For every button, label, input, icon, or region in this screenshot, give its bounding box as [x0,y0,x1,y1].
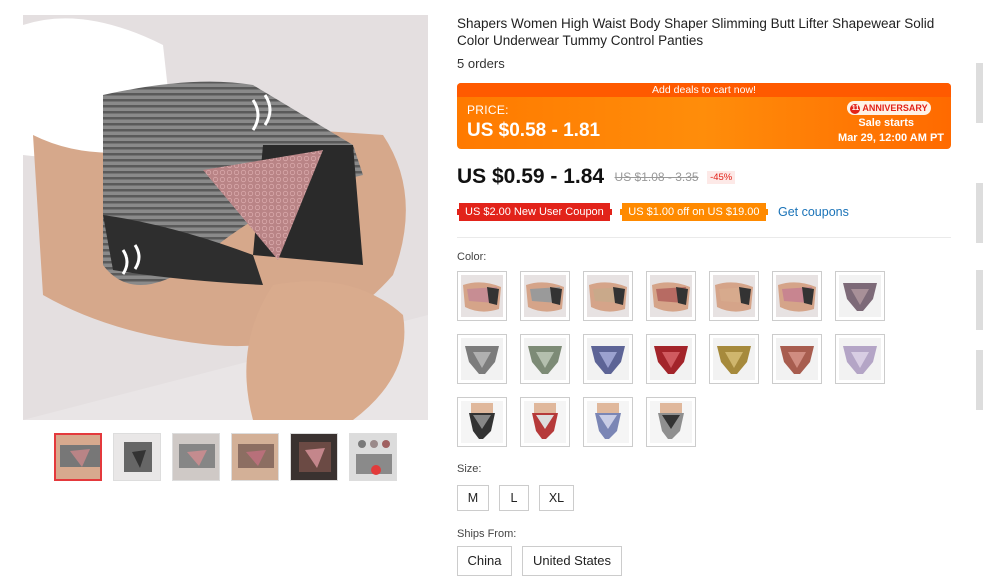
new-user-coupon[interactable]: US $2.00 New User Coupon [457,203,612,221]
discount-badge: -45% [707,170,736,184]
thumbnail-4[interactable] [231,433,279,481]
color-swatch-6[interactable] [772,271,822,321]
promo-banner-text: Add deals to cart now! [457,83,951,97]
ships-from-china[interactable]: China [457,546,512,576]
ships-from-label: Ships From: [457,528,517,540]
store-coupon[interactable]: US $1.00 off on US $19.00 [620,203,768,221]
coupon-row: US $2.00 New User Coupon US $1.00 off on… [457,203,849,223]
color-swatch-18[interactable] [646,397,696,447]
color-swatch-5[interactable] [709,271,759,321]
thumbnail-1[interactable] [54,433,102,481]
color-label: Color: [457,251,487,263]
color-swatch-9[interactable] [520,334,570,384]
product-title: Shapers Women High Waist Body Shaper Sli… [457,16,935,48]
size-option-m[interactable]: M [457,485,489,511]
color-swatch-15[interactable] [457,397,507,447]
size-label: Size: [457,463,482,475]
color-swatch-16[interactable] [520,397,570,447]
color-swatch-8[interactable] [457,334,507,384]
side-image-4 [976,350,983,410]
promo-price-label: PRICE: [467,103,509,117]
get-coupons-link[interactable]: Get coupons [778,205,849,219]
main-product-image [23,15,428,420]
thumbnail-5[interactable] [290,433,338,481]
promo-banner: Add deals to cart now! PRICE: US $0.58 -… [457,83,951,149]
price-row: US $0.59 - 1.84 US $1.08 - 3.35 -45% [457,165,736,191]
color-swatch-2[interactable] [520,271,570,321]
color-swatch-14[interactable] [835,334,885,384]
color-swatch-11[interactable] [646,334,696,384]
thumbnail-6[interactable] [349,433,397,481]
sale-date: Mar 29, 12:00 AM PT [838,132,944,144]
size-option-xl[interactable]: XL [539,485,574,511]
anniversary-badge: 11 ANNIVERSARY [847,101,931,115]
color-swatch-3[interactable] [583,271,633,321]
side-image-3 [976,270,983,330]
current-price: US $0.59 - 1.84 [457,165,605,188]
promo-price: US $0.58 - 1.81 [467,120,601,141]
divider [457,237,951,238]
ships-from-united-states[interactable]: United States [522,546,622,576]
sale-starts-label: Sale starts [858,117,914,129]
thumbnail-3[interactable] [172,433,220,481]
color-swatch-7[interactable] [835,271,885,321]
color-swatch-1[interactable] [457,271,507,321]
anniversary-number: 11 [850,103,861,114]
color-swatch-13[interactable] [772,334,822,384]
anniversary-label: ANNIVERSARY [862,103,928,113]
side-image-2 [976,183,983,243]
side-image-1 [976,63,983,123]
thumbnail-2[interactable] [113,433,161,481]
color-swatch-4[interactable] [646,271,696,321]
color-swatch-12[interactable] [709,334,759,384]
orders-count: 5 orders [457,56,505,71]
color-swatch-10[interactable] [583,334,633,384]
size-option-l[interactable]: L [499,485,529,511]
original-price: US $1.08 - 3.35 [614,170,699,184]
color-swatch-17[interactable] [583,397,633,447]
